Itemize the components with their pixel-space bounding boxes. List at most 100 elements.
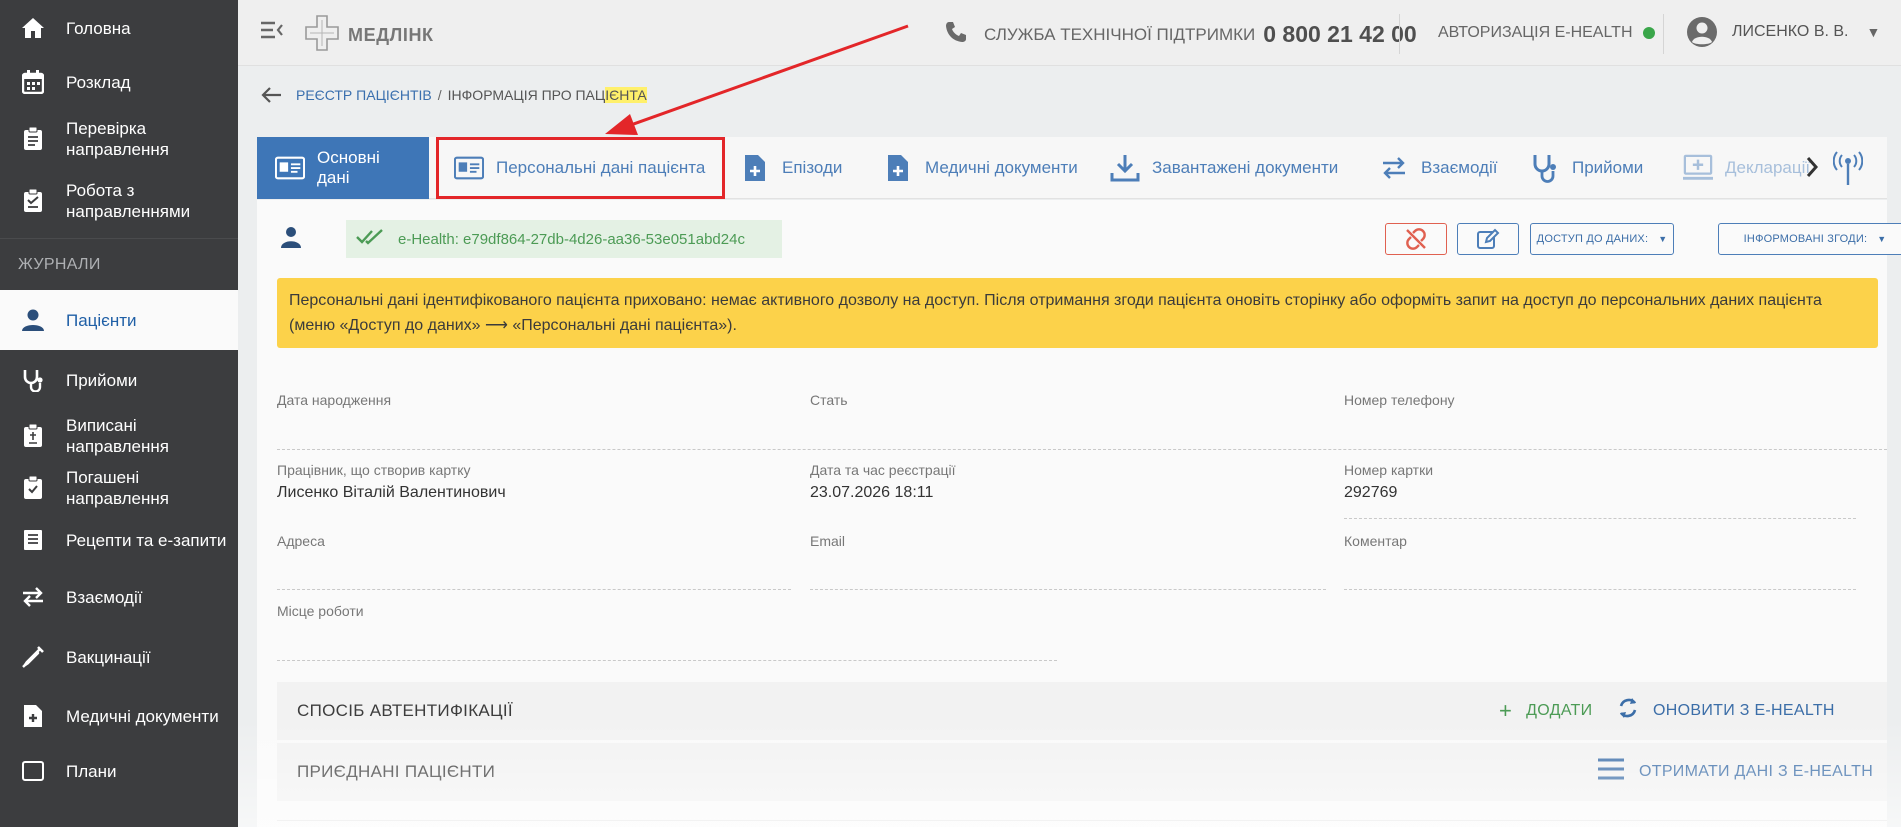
tab-label: Епізоди bbox=[782, 158, 843, 177]
id-card-icon bbox=[275, 153, 305, 183]
hidden-data-warning: Персональні дані ідентифікованого пацієн… bbox=[277, 278, 1878, 348]
chevron-down-icon: ▼ bbox=[1658, 234, 1668, 244]
antenna-icon[interactable] bbox=[1832, 151, 1864, 190]
patient-info-panel: e-Health: e79df864-27db-4d26-aa36-53e051… bbox=[257, 200, 1901, 827]
field-birth-date: Дата народження bbox=[277, 392, 391, 434]
swap-arrows-icon bbox=[20, 584, 46, 610]
refresh-from-ehealth-button[interactable]: ОНОВИТИ З E-HEALTH bbox=[1617, 682, 1835, 740]
sidebar-section-journals: ЖУРНАЛИ bbox=[0, 238, 238, 290]
tab-label: Завантажені документи bbox=[1152, 158, 1339, 177]
swap-arrows-icon bbox=[1379, 153, 1409, 183]
tab-personal-data[interactable]: Персональні дані пацієнта bbox=[454, 137, 705, 199]
sidebar-item-label: Виписані направлення bbox=[66, 416, 169, 456]
field-label: Дата народження bbox=[277, 392, 392, 408]
breadcrumb-patient-registry[interactable]: РЕЄСТР ПАЦІЄНТІВ bbox=[296, 87, 432, 103]
document-plus-icon bbox=[883, 153, 913, 183]
fetch-from-ehealth-button[interactable]: ОТРИМАТИ ДАНІ З E-HEALTH bbox=[1597, 743, 1873, 801]
ehealth-id-badge: e-Health: e79df864-27db-4d26-aa36-53e051… bbox=[346, 220, 782, 258]
sidebar-item-referrals-work[interactable]: Робота з направленнями bbox=[0, 170, 238, 232]
app-logo[interactable]: МЕДЛІНК bbox=[304, 14, 434, 57]
section-title: СПОСІБ АВТЕНТИФІКАЦІЇ bbox=[297, 701, 513, 720]
tab-main-data[interactable]: Основні дані bbox=[257, 137, 429, 199]
sidebar-item-interactions[interactable]: Взаємодії bbox=[0, 566, 238, 628]
auth-label: АВТОРИЗАЦІЯ E-HEALTH bbox=[1438, 24, 1633, 41]
sidebar-item-label: Перевірка направлення bbox=[66, 119, 169, 159]
field-comment: Коментар bbox=[1344, 533, 1407, 575]
field-registration-datetime: Дата та час реєстрації 23.07.2026 18:11 bbox=[810, 462, 956, 504]
user-menu[interactable]: ЛИСЕНКО В. В. ▼ bbox=[1686, 16, 1880, 48]
divider bbox=[1344, 589, 1856, 590]
ehealth-auth-status[interactable]: АВТОРИЗАЦІЯ E-HEALTH bbox=[1438, 24, 1655, 42]
back-arrow-icon[interactable] bbox=[260, 86, 282, 104]
sidebar-item-label: Медичні документи bbox=[66, 706, 219, 726]
monitor-plus-icon bbox=[1683, 153, 1713, 183]
refresh-icon bbox=[1617, 696, 1639, 726]
divider bbox=[1399, 14, 1400, 54]
tab-appointments[interactable]: Прийоми bbox=[1530, 137, 1643, 199]
informed-consents-dropdown[interactable]: ІНФОРМОВАНІ ЗГОДИ: ▼ bbox=[1718, 223, 1901, 255]
sidebar-item-vaccinations[interactable]: Вакцинації bbox=[0, 628, 238, 686]
breadcrumb-highlighted-text: ІЄНТА bbox=[605, 87, 647, 103]
divider bbox=[810, 589, 1326, 590]
field-label: Номер картки bbox=[1344, 462, 1434, 478]
auth-method-section: СПОСІБ АВТЕНТИФІКАЦІЇ + ДОДАТИ ОНОВИТИ З… bbox=[277, 682, 1887, 740]
sidebar-item-referral-check[interactable]: Перевірка направлення bbox=[0, 108, 238, 170]
sidebar-item-appointments[interactable]: Прийоми bbox=[0, 350, 238, 410]
plus-icon: + bbox=[1499, 698, 1513, 723]
tab-declarations[interactable]: Декларації bbox=[1683, 137, 1810, 199]
sidebar-item-redeemed-referrals[interactable]: Погашені направлення bbox=[0, 462, 238, 514]
unlink-button[interactable] bbox=[1385, 223, 1447, 255]
add-auth-method-button[interactable]: + ДОДАТИ bbox=[1499, 682, 1592, 740]
section-title: ПРИЄДНАНІ ПАЦІЄНТИ bbox=[297, 762, 496, 781]
data-access-dropdown[interactable]: ДОСТУП ДО ДАНИХ: ▼ bbox=[1530, 223, 1674, 255]
sidebar-item-schedule[interactable]: Розклад bbox=[0, 56, 238, 108]
phone-icon bbox=[944, 20, 968, 49]
tab-label: Медичні документи bbox=[925, 158, 1078, 177]
field-workplace: Місце роботи bbox=[277, 603, 364, 645]
tab-episodes[interactable]: Епізоди bbox=[740, 137, 842, 199]
sidebar-item-issued-referrals[interactable]: Виписані направлення bbox=[0, 410, 238, 462]
top-bar: МЕДЛІНК СЛУЖБА ТЕХНІЧНОЇ ПІДТРИМКИ 0 800… bbox=[238, 0, 1901, 66]
tab-label: Взаємодії bbox=[1421, 158, 1498, 177]
medlink-logo-icon bbox=[304, 14, 340, 57]
field-address: Адреса bbox=[277, 533, 325, 575]
unlink-icon bbox=[1406, 228, 1426, 250]
field-value bbox=[277, 414, 391, 434]
logo-text: МЕДЛІНК bbox=[348, 25, 434, 45]
tab-uploaded-documents[interactable]: Завантажені документи bbox=[1110, 137, 1338, 199]
sidebar-item-plans[interactable]: Плани bbox=[0, 746, 238, 796]
breadcrumb-current-text: ІНФОРМАЦІЯ ПРО ПАЦ bbox=[447, 87, 606, 103]
field-sex: Стать bbox=[810, 392, 848, 434]
support-info: СЛУЖБА ТЕХНІЧНОЇ ПІДТРИМКИ 0 800 21 42 0… bbox=[944, 20, 1417, 49]
sidebar-item-label: Погашені направлення bbox=[66, 468, 169, 508]
field-value bbox=[277, 555, 325, 575]
tab-medical-documents[interactable]: Медичні документи bbox=[883, 137, 1078, 199]
sidebar-item-prescriptions[interactable]: Рецепти та е-запити bbox=[0, 514, 238, 566]
menu-collapse-icon[interactable] bbox=[260, 20, 284, 40]
home-icon bbox=[20, 15, 46, 41]
edit-button[interactable] bbox=[1457, 223, 1519, 255]
divider bbox=[277, 449, 1887, 450]
field-label: Місце роботи bbox=[277, 603, 364, 619]
sidebar-item-label: Робота з направленнями bbox=[66, 181, 191, 221]
divider bbox=[277, 820, 1887, 821]
sidebar-item-label: Розклад bbox=[66, 72, 131, 92]
support-label: СЛУЖБА ТЕХНІЧНОЇ ПІДТРИМКИ bbox=[984, 24, 1256, 44]
field-label: Працівник, що створив картку bbox=[277, 462, 471, 478]
support-phone: 0 800 21 42 00 bbox=[1263, 21, 1417, 47]
field-phone: Номер телефону bbox=[1344, 392, 1455, 434]
field-value bbox=[277, 625, 364, 645]
tab-interactions[interactable]: Взаємодії bbox=[1379, 137, 1497, 199]
double-check-icon bbox=[356, 229, 384, 249]
document-plus-icon bbox=[740, 153, 770, 183]
sidebar-item-label: Рецепти та е-запити bbox=[66, 530, 227, 550]
prescription-icon bbox=[20, 527, 46, 553]
field-value: 23.07.2026 18:11 bbox=[810, 484, 934, 501]
chevron-right-icon[interactable] bbox=[1805, 155, 1819, 184]
sidebar-item-home[interactable]: Головна bbox=[0, 0, 238, 56]
sidebar-item-medical-documents[interactable]: Медичні документи bbox=[0, 686, 238, 746]
field-label: Email bbox=[810, 533, 846, 549]
id-card-icon bbox=[454, 153, 484, 183]
breadcrumb-separator: / bbox=[437, 87, 442, 103]
sidebar-item-patients[interactable]: Пацієнти bbox=[0, 290, 238, 350]
